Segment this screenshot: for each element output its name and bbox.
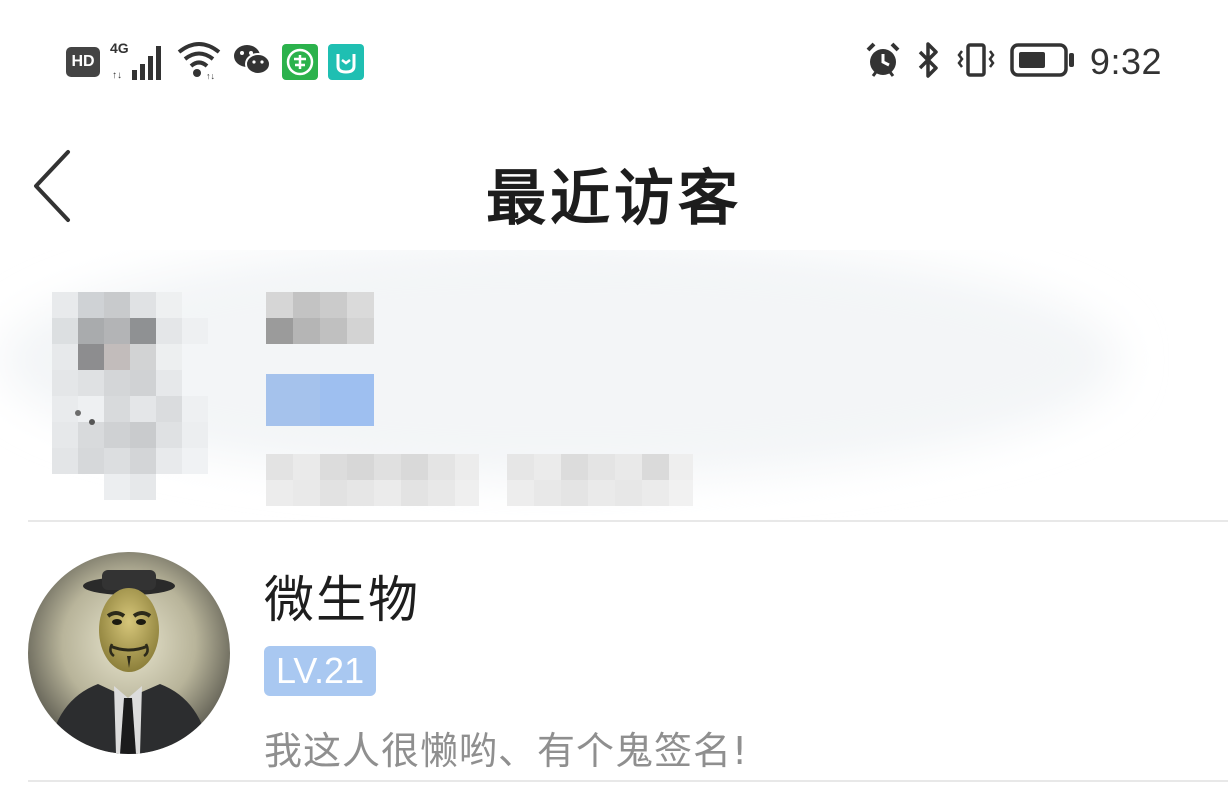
cellular-signal-icon: 4G ↑↓ [110,40,166,82]
wifi-icon: ↑↓ [176,40,222,84]
level-badge: LV.21 [264,646,377,696]
visitor-signature: 我这人很懒哟、有个鬼签名! [264,729,749,773]
mi-home-icon [328,44,364,80]
status-bar-right: 9:32 [864,38,1162,86]
svg-text:↑↓: ↑↓ [206,71,215,80]
mask-avatar-icon [28,552,230,754]
app-green-icon [282,44,318,80]
status-bar: HD 4G ↑↓ ↑↓ 9:32 [0,0,1228,120]
status-time: 9:32 [1089,41,1162,82]
visitor-item-redacted[interactable] [0,250,1228,522]
svg-text:↑↓: ↑↓ [112,70,122,81]
bluetooth-icon [916,40,942,84]
hd-label: HD [71,53,95,70]
hd-icon: HD [66,47,100,77]
redacted-mosaic [0,250,1120,506]
vibrate-icon [956,41,996,83]
nav-header: 最近访客 [0,130,1228,240]
status-bar-left: HD 4G ↑↓ ↑↓ [66,40,364,84]
wechat-icon [232,42,272,82]
page-title: 最近访客 [486,164,742,234]
avatar[interactable] [28,552,230,754]
alarm-icon [864,41,902,83]
divider [28,780,1228,782]
visitor-list: 微生物 LV.21 我这人很懒哟、有个鬼签名! [0,250,1228,782]
visitor-item[interactable]: 微生物 LV.21 我这人很懒哟、有个鬼签名! [0,522,1228,782]
visitor-name: 微生物 [264,571,420,629]
battery-icon [1010,41,1076,83]
